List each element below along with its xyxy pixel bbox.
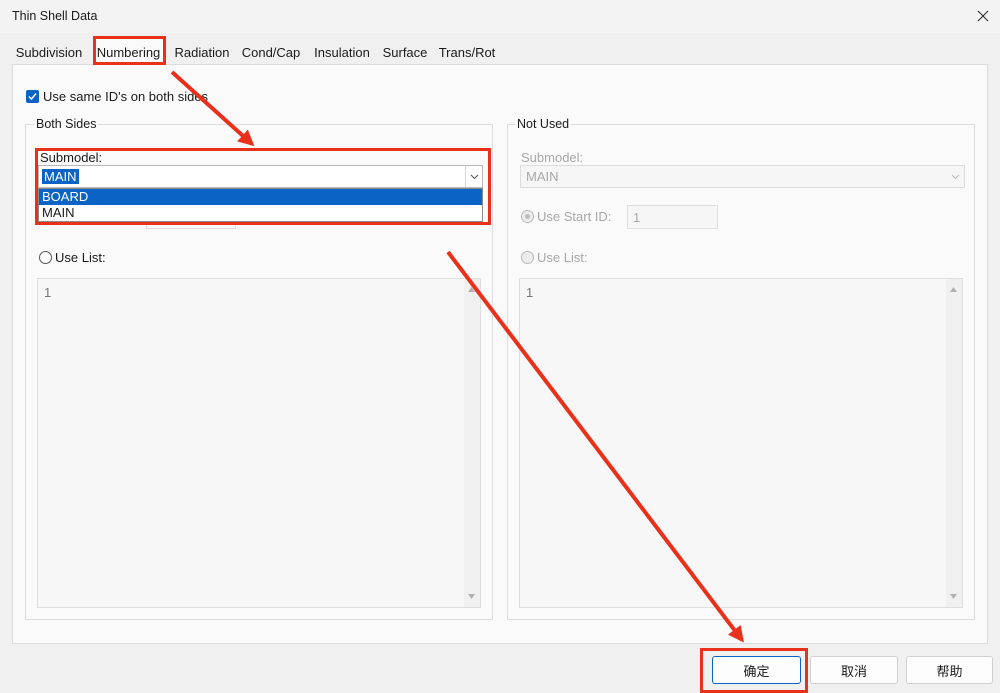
annotation-arrows <box>170 70 744 643</box>
annotation-arrow-to-ok <box>446 250 744 643</box>
annotation-arrow-to-submodel <box>170 70 255 147</box>
